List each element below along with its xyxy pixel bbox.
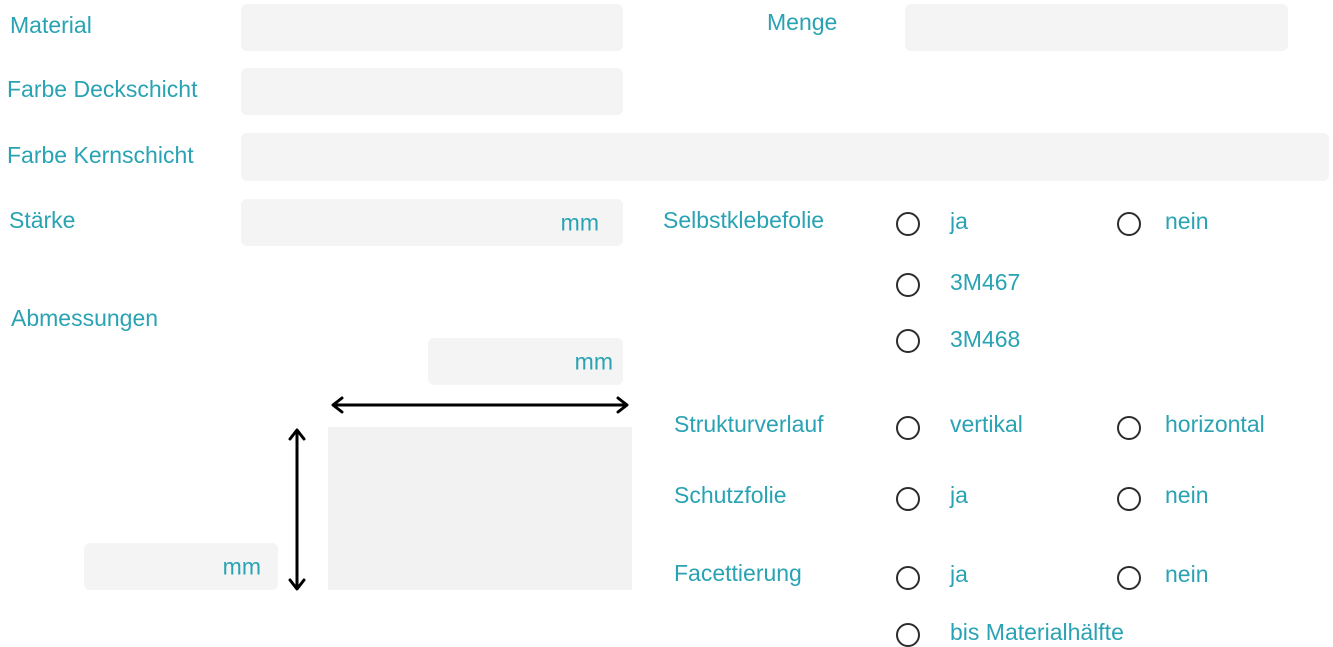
facettierung-bis-materialhaelfte-radio[interactable] [896, 623, 920, 647]
strukturverlauf-horizontal-label: horizontal [1165, 411, 1265, 437]
farbe-kernschicht-input[interactable] [241, 133, 1329, 181]
menge-label: Menge [767, 9, 838, 35]
farbe-deckschicht-input[interactable] [241, 68, 623, 115]
strukturverlauf-horizontal-radio[interactable] [1117, 416, 1141, 440]
facettierung-label: Facettierung [674, 560, 802, 586]
abmessungen-width-input[interactable]: mm [428, 338, 623, 385]
schutzfolie-nein-label: nein [1165, 482, 1209, 508]
farbe-deckschicht-label: Farbe Deckschicht [7, 76, 198, 102]
abmessungen-height-input[interactable]: mm [84, 543, 278, 590]
schutzfolie-ja-radio[interactable] [896, 487, 920, 511]
selbstklebefolie-3m467-radio[interactable] [896, 273, 920, 297]
abmessungen-label: Abmessungen [11, 305, 159, 331]
farbe-kernschicht-label: Farbe Kernschicht [7, 142, 194, 168]
facettierung-ja-label: ja [950, 561, 968, 587]
facettierung-bis-materialhaelfte-label: bis Materialhälfte [950, 619, 1124, 645]
strukturverlauf-vertikal-radio[interactable] [896, 416, 920, 440]
selbstklebefolie-nein-label: nein [1165, 208, 1209, 234]
schutzfolie-nein-radio[interactable] [1117, 487, 1141, 511]
material-input[interactable] [241, 4, 623, 51]
strukturverlauf-label: Strukturverlauf [674, 411, 824, 437]
material-label: Material [10, 12, 92, 38]
staerke-label: Stärke [9, 207, 76, 233]
facettierung-nein-radio[interactable] [1117, 566, 1141, 590]
facettierung-nein-label: nein [1165, 561, 1209, 587]
abmessungen-height-unit: mm [222, 553, 261, 579]
schutzfolie-ja-label: ja [950, 482, 968, 508]
selbstklebefolie-ja-label: ja [950, 208, 968, 234]
menge-input[interactable] [905, 4, 1288, 51]
selbstklebefolie-3m468-label: 3M468 [950, 326, 1021, 352]
selbstklebefolie-3m468-radio[interactable] [896, 329, 920, 353]
dimension-preview-box [328, 427, 632, 590]
abmessungen-width-unit: mm [574, 348, 613, 374]
strukturverlauf-vertikal-label: vertikal [950, 411, 1023, 437]
selbstklebefolie-ja-radio[interactable] [896, 212, 920, 236]
staerke-input[interactable]: mm [241, 199, 623, 246]
selbstklebefolie-label: Selbstklebefolie [663, 207, 825, 233]
schutzfolie-label: Schutzfolie [674, 482, 787, 508]
selbstklebefolie-nein-radio[interactable] [1117, 212, 1141, 236]
staerke-unit: mm [560, 209, 599, 235]
double-arrow-vertical-icon [288, 428, 306, 591]
selbstklebefolie-3m467-label: 3M467 [950, 269, 1021, 295]
double-arrow-horizontal-icon [331, 396, 629, 414]
facettierung-ja-radio[interactable] [896, 566, 920, 590]
